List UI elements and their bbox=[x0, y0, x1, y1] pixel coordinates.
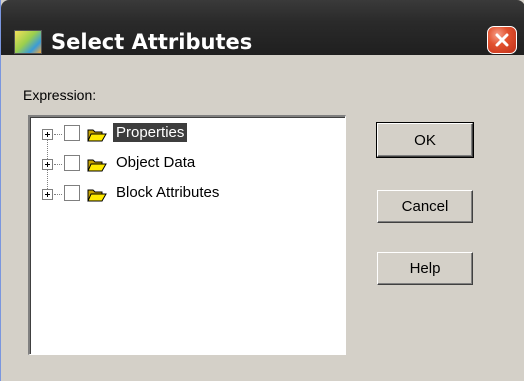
block-attributes-checkbox[interactable] bbox=[64, 185, 80, 201]
plus-expander-icon[interactable] bbox=[42, 189, 53, 200]
tree-item-label: Block Attributes bbox=[116, 184, 220, 201]
app-icon bbox=[14, 30, 42, 54]
tree-connector bbox=[54, 134, 62, 136]
folder-open-icon bbox=[87, 159, 107, 172]
attribute-tree[interactable]: Properties Object Data Block Attributes bbox=[28, 115, 346, 355]
ok-button[interactable]: OK bbox=[376, 122, 474, 158]
close-button[interactable] bbox=[487, 26, 517, 54]
expression-label: Expression: bbox=[23, 87, 97, 103]
object-data-checkbox[interactable] bbox=[64, 155, 80, 171]
help-button[interactable]: Help bbox=[377, 252, 473, 285]
folder-open-icon bbox=[87, 129, 107, 142]
plus-expander-icon[interactable] bbox=[42, 159, 53, 170]
properties-checkbox[interactable] bbox=[64, 125, 80, 141]
folder-open-icon bbox=[87, 189, 107, 202]
title-bar[interactable]: Select Attributes bbox=[1, 0, 524, 55]
tree-item-properties[interactable]: Properties bbox=[42, 123, 342, 147]
cancel-button[interactable]: Cancel bbox=[377, 190, 473, 223]
tree-item-label: Object Data bbox=[116, 154, 196, 171]
select-attributes-dialog: Select Attributes Expression: Properties bbox=[0, 0, 524, 381]
tree-connector bbox=[54, 164, 62, 166]
tree-item-label: Properties bbox=[113, 123, 188, 142]
tree-connector bbox=[54, 194, 62, 196]
close-icon bbox=[495, 33, 509, 47]
dialog-title: Select Attributes bbox=[51, 30, 253, 54]
plus-expander-icon[interactable] bbox=[42, 129, 53, 140]
tree-item-block-attributes[interactable]: Block Attributes bbox=[42, 183, 342, 207]
tree-item-object-data[interactable]: Object Data bbox=[42, 153, 342, 177]
